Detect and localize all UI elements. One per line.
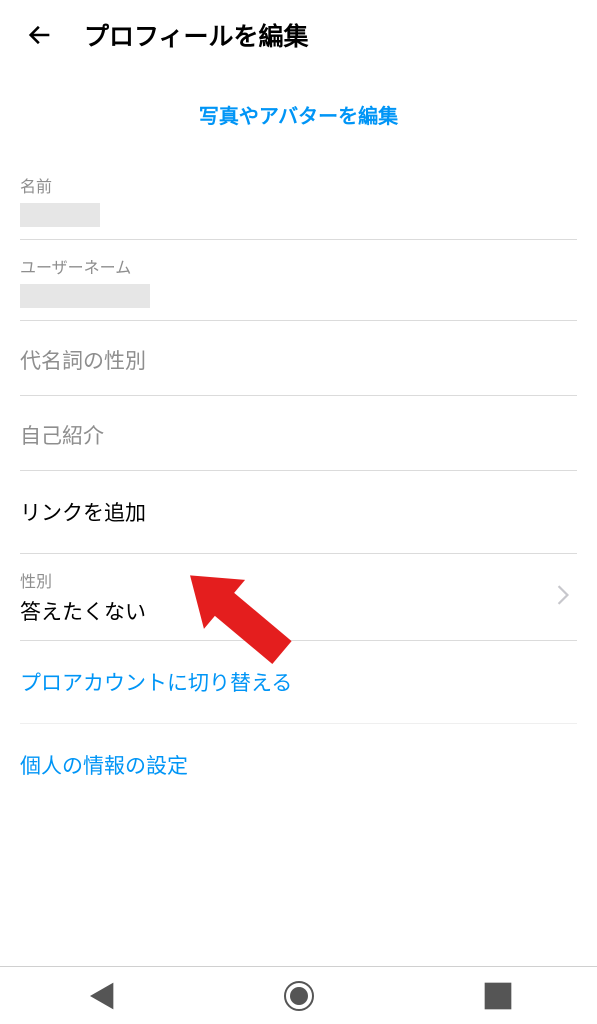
- gender-field[interactable]: 性別 答えたくない: [20, 554, 577, 641]
- username-value-redacted: [20, 284, 150, 308]
- add-link-label: リンクを追加: [20, 502, 146, 525]
- nav-home-icon: [284, 981, 314, 1011]
- username-field[interactable]: ユーザーネーム: [20, 240, 577, 321]
- nav-square-icon: [478, 976, 518, 1016]
- page-title: プロフィールを編集: [84, 17, 309, 53]
- bio-field[interactable]: 自己紹介: [20, 396, 577, 471]
- name-value-redacted: [20, 203, 100, 227]
- pronouns-label: 代名詞の性別: [20, 335, 577, 385]
- nav-back-icon: [80, 976, 120, 1016]
- personal-info-link[interactable]: 個人の情報の設定: [20, 724, 577, 806]
- chevron-right-icon: [549, 585, 577, 610]
- bio-label: 自己紹介: [20, 410, 577, 460]
- back-arrow-icon: [26, 21, 54, 49]
- gender-value: 答えたくない: [20, 596, 549, 626]
- nav-home-button[interactable]: [279, 976, 319, 1016]
- nav-back-button[interactable]: [80, 976, 120, 1016]
- name-field[interactable]: 名前: [20, 159, 577, 240]
- nav-recents-button[interactable]: [478, 976, 518, 1016]
- system-nav-bar: [0, 966, 597, 1024]
- name-label: 名前: [20, 173, 577, 197]
- switch-to-pro-link[interactable]: プロアカウントに切り替える: [20, 641, 577, 724]
- add-link-row[interactable]: リンクを追加: [20, 471, 577, 554]
- edit-photo-link[interactable]: 写真やアバターを編集: [199, 106, 398, 128]
- back-button[interactable]: [20, 15, 60, 55]
- pronouns-field[interactable]: 代名詞の性別: [20, 321, 577, 396]
- personal-info-label: 個人の情報の設定: [20, 755, 188, 778]
- switch-to-pro-label: プロアカウントに切り替える: [20, 672, 292, 695]
- gender-label: 性別: [20, 568, 549, 592]
- username-label: ユーザーネーム: [20, 254, 577, 278]
